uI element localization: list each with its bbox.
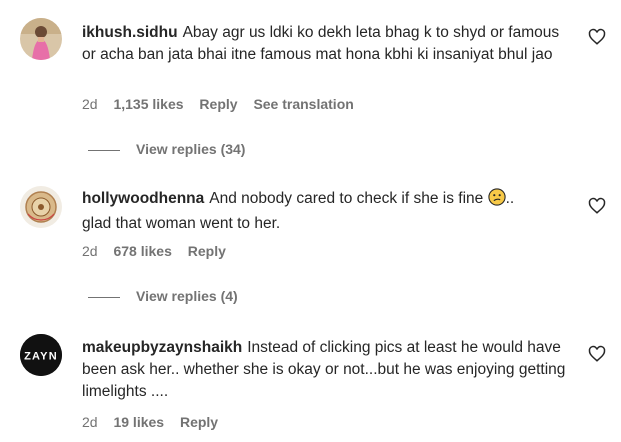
comment-body-line2: glad that woman went to her.: [82, 215, 281, 232]
comment-text-block: ikhush.sidhu Abay agr us ldki ko dekh let…: [82, 22, 572, 66]
comment-body-suffix: ..: [505, 190, 515, 207]
divider-line: [88, 296, 120, 298]
likes-count[interactable]: 19 likes: [113, 414, 164, 430]
like-heart-icon[interactable]: [588, 28, 606, 46]
confused-face-emoji-icon: [487, 188, 506, 213]
reply-button[interactable]: Reply: [188, 243, 226, 259]
comment-meta: 2d 1,135 likes Reply See translation: [82, 96, 366, 112]
comment-age: 2d: [82, 96, 98, 112]
view-replies-label: View replies (34): [136, 141, 246, 157]
comment-meta: 2d 678 likes Reply: [82, 243, 238, 259]
reply-button[interactable]: Reply: [180, 414, 218, 430]
like-heart-icon[interactable]: [588, 197, 606, 215]
reply-button[interactable]: Reply: [199, 96, 237, 112]
divider-line: [88, 149, 120, 151]
like-heart-icon[interactable]: [588, 345, 606, 363]
comment-text-block: hollywoodhenna And nobody cared to check …: [82, 188, 572, 235]
comment-username[interactable]: ikhush.sidhu: [82, 24, 178, 41]
see-translation-button[interactable]: See translation: [253, 96, 353, 112]
likes-count[interactable]: 678 likes: [113, 243, 171, 259]
view-replies-button[interactable]: View replies (34): [88, 141, 245, 157]
avatar[interactable]: [20, 186, 62, 228]
comment-text-block: makeupbyzaynshaikh Instead of clicking pi…: [82, 337, 572, 403]
comment-username[interactable]: makeupbyzaynshaikh: [82, 339, 242, 356]
comment-meta: 2d 19 likes Reply: [82, 414, 230, 430]
avatar[interactable]: [20, 18, 62, 60]
avatar[interactable]: ZAYN: [20, 334, 62, 376]
comment-username[interactable]: hollywoodhenna: [82, 190, 204, 207]
view-replies-label: View replies (4): [136, 288, 238, 304]
comment-age: 2d: [82, 414, 98, 430]
comment-age: 2d: [82, 243, 98, 259]
view-replies-button[interactable]: View replies (4): [88, 288, 238, 304]
likes-count[interactable]: 1,135 likes: [113, 96, 183, 112]
comment-body: And nobody cared to check if she is fine: [209, 190, 484, 207]
zayn-logo-text: ZAYN: [24, 351, 58, 363]
